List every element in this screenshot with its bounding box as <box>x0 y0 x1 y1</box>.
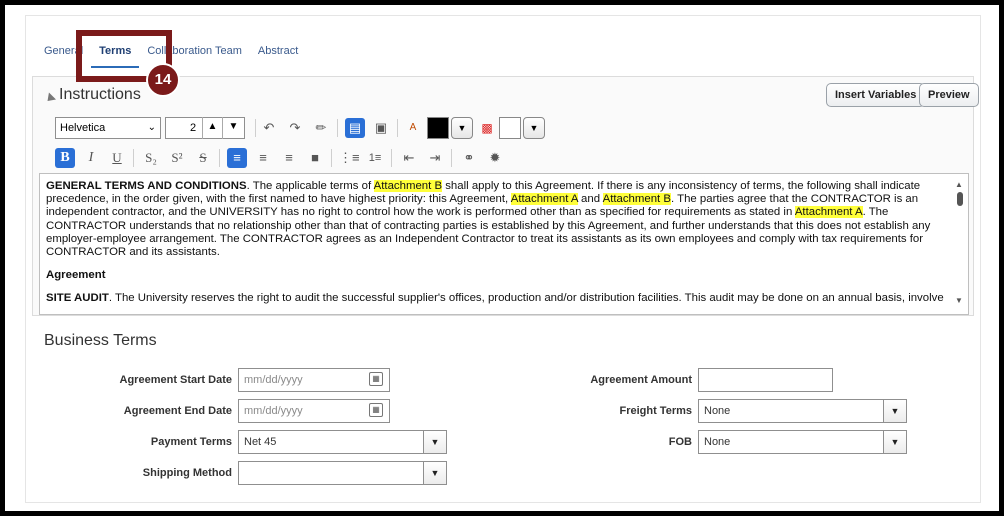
decrease-size-icon[interactable]: ▼ <box>222 117 244 139</box>
date-placeholder: mm/dd/yyyy <box>244 374 303 386</box>
unlink-icon[interactable]: ✹ <box>485 148 505 168</box>
indent-icon[interactable]: ⇥ <box>425 148 445 168</box>
text-run: . The applicable terms of <box>246 180 374 192</box>
instructions-panel: Instructions Insert Variables Preview He… <box>32 76 979 316</box>
callout-step-badge: 14 <box>146 63 180 97</box>
clear-formatting-icon[interactable]: ✏ <box>311 118 331 138</box>
agreement-amount-field[interactable] <box>698 368 833 392</box>
background-color-swatch[interactable] <box>499 117 521 139</box>
toolbar-divider <box>391 149 392 167</box>
link-icon[interactable]: ⚭ <box>459 148 479 168</box>
agreement-heading: Agreement <box>46 269 106 282</box>
strikethrough-icon[interactable]: S <box>193 148 213 168</box>
font-size-stepper[interactable]: 2 ▲ ▼ <box>165 117 245 139</box>
agreement-start-date-label: Agreement Start Date <box>119 374 232 386</box>
business-terms-title: Business Terms <box>44 332 157 349</box>
calendar-icon[interactable]: ▦ <box>369 372 383 386</box>
shipping-method-select[interactable]: ▼ <box>238 461 447 485</box>
fob-select[interactable]: None ▼ <box>698 430 907 454</box>
align-right-icon[interactable]: ≡ <box>279 148 299 168</box>
chevron-down-icon[interactable]: ▼ <box>423 430 447 454</box>
text-run: . The University reserves the right to a… <box>108 292 944 305</box>
fob-value: None <box>704 436 731 448</box>
page-content: General Terms Collaboration Team Abstrac… <box>25 15 981 503</box>
paragraph-site-audit: SITE AUDIT. The University reserves the … <box>46 292 944 305</box>
increase-size-icon[interactable]: ▲ <box>202 117 222 139</box>
agreement-start-date-field[interactable]: mm/dd/yyyy ▦ <box>238 368 390 392</box>
general-terms-heading: GENERAL TERMS AND CONDITIONS <box>46 180 247 192</box>
highlighted-variable: Attachment A <box>510 193 578 206</box>
redo-icon[interactable]: ↷ <box>285 118 305 138</box>
toolbar-divider <box>255 119 256 137</box>
agreement-end-date-field[interactable]: mm/dd/yyyy ▦ <box>238 399 390 423</box>
screenshot-frame: General Terms Collaboration Team Abstrac… <box>0 0 1004 516</box>
toolbar-divider <box>451 149 452 167</box>
text-color-dropdown-icon[interactable]: ▼ <box>451 117 473 139</box>
underline-icon[interactable]: U <box>107 148 127 168</box>
freight-terms-label: Freight Terms <box>619 405 692 417</box>
site-audit-heading: SITE AUDIT <box>46 292 109 305</box>
chevron-down-icon[interactable]: ▼ <box>883 399 907 423</box>
bulleted-list-icon[interactable]: ⋮≡ <box>339 148 360 168</box>
insert-variables-button[interactable]: Insert Variables <box>826 83 926 107</box>
agreement-amount-label: Agreement Amount <box>590 374 692 386</box>
fob-label: FOB <box>668 436 692 448</box>
outdent-icon[interactable]: ⇤ <box>399 148 419 168</box>
undo-icon[interactable]: ↶ <box>259 118 279 138</box>
tab-abstract[interactable]: Abstract <box>250 42 306 68</box>
toolbar-divider <box>133 149 134 167</box>
toolbar-divider <box>331 149 332 167</box>
align-center-icon[interactable]: ≡ <box>253 148 273 168</box>
toolbar-divider <box>219 149 220 167</box>
freight-terms-value: None <box>704 405 731 417</box>
rich-text-editor[interactable]: GENERAL TERMS AND CONDITIONS. The applic… <box>39 173 969 315</box>
background-color-dropdown-icon[interactable]: ▼ <box>523 117 545 139</box>
collapse-triangle-icon[interactable] <box>43 92 57 105</box>
payment-terms-value: Net 45 <box>244 436 277 448</box>
font-family-select[interactable]: Helvetica ⌄ <box>55 117 161 139</box>
text-run: and <box>577 193 603 206</box>
instructions-title: Instructions <box>59 86 141 103</box>
background-color-icon[interactable]: ▩ <box>477 118 497 138</box>
justify-icon[interactable]: ■ <box>305 148 325 168</box>
image-icon[interactable]: ▣ <box>371 118 391 138</box>
shipping-method-label: Shipping Method <box>142 467 232 479</box>
chevron-down-icon: ⌄ <box>147 122 156 133</box>
subscript-icon[interactable]: S₂ <box>141 148 161 168</box>
source-view-icon[interactable]: ▤ <box>345 118 365 138</box>
editor-content[interactable]: GENERAL TERMS AND CONDITIONS. The applic… <box>46 180 944 314</box>
numbered-list-icon[interactable]: 1≡ <box>365 148 385 168</box>
italic-icon[interactable]: I <box>81 148 101 168</box>
chevron-down-icon[interactable]: ▼ <box>883 430 907 454</box>
agreement-end-date-label: Agreement End Date <box>123 405 232 417</box>
chevron-down-icon[interactable]: ▼ <box>423 461 447 485</box>
payment-terms-label: Payment Terms <box>150 436 232 448</box>
text-color-swatch[interactable] <box>427 117 449 139</box>
scroll-up-icon[interactable]: ▲ <box>955 180 963 189</box>
toolbar-divider <box>337 119 338 137</box>
highlighted-variable: Attachment A <box>794 206 863 219</box>
paragraph-agreement: Agreement <box>46 269 936 282</box>
date-placeholder: mm/dd/yyyy <box>244 405 303 417</box>
font-family-value: Helvetica <box>60 122 106 134</box>
paragraph-general-terms: GENERAL TERMS AND CONDITIONS. The applic… <box>46 180 936 259</box>
editor-scrollbar[interactable]: ▲ ▼ <box>954 178 966 310</box>
align-left-icon[interactable]: ≡ <box>227 148 247 168</box>
font-size-value: 2 <box>190 122 197 134</box>
highlighted-variable: Attachment B <box>602 193 671 206</box>
calendar-icon[interactable]: ▦ <box>369 403 383 417</box>
text-color-icon[interactable]: A <box>403 118 423 138</box>
freight-terms-select[interactable]: None ▼ <box>698 399 907 423</box>
bold-icon[interactable]: B <box>55 148 75 168</box>
scroll-down-icon[interactable]: ▼ <box>955 296 963 305</box>
highlighted-variable: Attachment B <box>373 180 443 192</box>
payment-terms-select[interactable]: Net 45 ▼ <box>238 430 447 454</box>
scrollbar-thumb[interactable] <box>957 192 963 206</box>
preview-button[interactable]: Preview <box>919 83 979 107</box>
toolbar-divider <box>397 119 398 137</box>
superscript-icon[interactable]: S² <box>167 148 187 168</box>
